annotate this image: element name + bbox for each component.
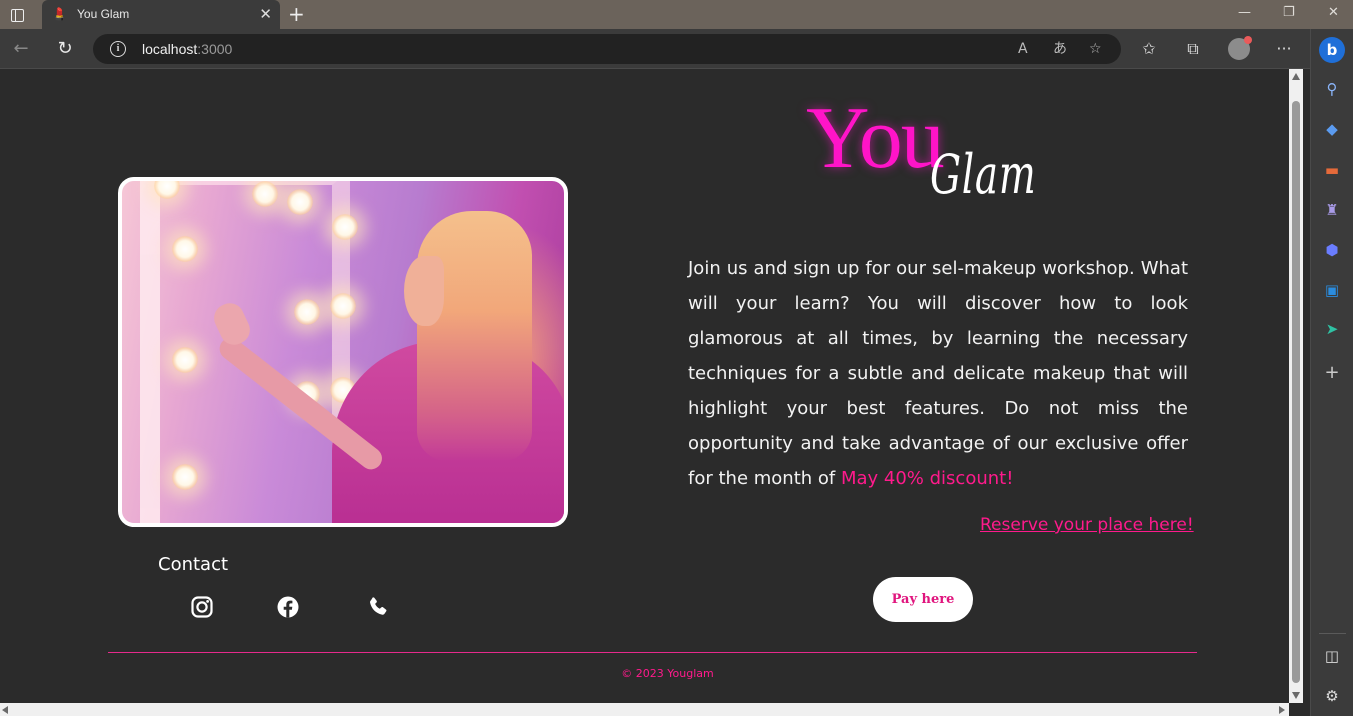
browser-tab-bar: 💄 You Glam ✕ + — ❐ ✕ xyxy=(0,0,1353,29)
contact-heading: Contact xyxy=(158,554,229,575)
page-viewport: You Glam Join us and sign up for our sel… xyxy=(0,69,1289,703)
browser-toolbar: ← ↻ i localhost:3000 A あ ☆ ✩ ⧉ ··· xyxy=(0,29,1353,69)
photo-figure-hair xyxy=(417,211,532,461)
browser-tab[interactable]: 💄 You Glam ✕ xyxy=(42,0,280,29)
translate-icon[interactable]: あ xyxy=(1053,40,1067,58)
workshop-description: Join us and sign up for our sel-makeup w… xyxy=(688,251,1188,496)
more-menu-icon[interactable]: ··· xyxy=(1272,38,1296,60)
reserve-place-link[interactable]: Reserve your place here! xyxy=(980,514,1194,536)
brand-logo-you: You xyxy=(806,90,945,187)
add-favorite-icon[interactable]: ☆ xyxy=(1089,40,1102,58)
site-info-icon[interactable]: i xyxy=(110,41,126,57)
back-arrow-icon[interactable]: ← xyxy=(10,38,32,60)
mirror-bulb xyxy=(287,189,313,215)
mirror-bulb xyxy=(294,299,320,325)
new-tab-button[interactable]: + xyxy=(288,4,305,24)
footer-copyright: © 2023 Youglam xyxy=(621,667,714,680)
outlook-icon[interactable]: ▣ xyxy=(1322,280,1342,300)
settings-gear-icon[interactable]: ⚙ xyxy=(1322,686,1342,706)
refresh-icon[interactable]: ↻ xyxy=(54,38,76,60)
description-text: Join us and sign up for our sel-makeup w… xyxy=(688,258,1188,489)
tools-briefcase-icon[interactable]: ▬ xyxy=(1322,160,1342,180)
phone-icon[interactable] xyxy=(366,595,390,619)
games-icon[interactable]: ♜ xyxy=(1322,200,1342,220)
close-tab-icon[interactable]: ✕ xyxy=(259,6,272,22)
mirror-bulb xyxy=(172,236,198,262)
facebook-icon[interactable] xyxy=(276,595,300,619)
brand-logo-glam: Glam xyxy=(930,143,1037,206)
pay-here-button[interactable]: Pay here xyxy=(873,577,973,622)
minimize-window-button[interactable]: — xyxy=(1238,6,1251,20)
collections-icon[interactable]: ⧉ xyxy=(1181,38,1205,60)
hero-makeup-photo xyxy=(118,177,568,527)
url-text[interactable]: localhost:3000 xyxy=(142,41,232,57)
mirror-bulb xyxy=(172,347,198,373)
vertical-scrollbar[interactable] xyxy=(1289,69,1303,703)
site-favicon-icon: 💄 xyxy=(52,7,67,21)
footer-divider xyxy=(108,652,1197,653)
scroll-right-arrow-icon[interactable] xyxy=(1279,706,1285,714)
scroll-left-arrow-icon[interactable] xyxy=(2,706,8,714)
instagram-icon[interactable] xyxy=(190,595,214,619)
edge-sidebar: b ⚲ ◆ ▬ ♜ ⬢ ▣ ➤ + ◫ ⚙ xyxy=(1310,29,1353,716)
address-bar[interactable]: i localhost:3000 A あ ☆ xyxy=(93,34,1121,64)
discount-highlight: May 40% discount! xyxy=(840,468,1014,489)
photo-figure-face xyxy=(404,256,444,326)
profile-avatar[interactable] xyxy=(1228,36,1252,60)
shopping-tag-icon[interactable]: ◆ xyxy=(1322,119,1342,139)
horizontal-scrollbar[interactable] xyxy=(0,703,1289,716)
scroll-down-arrow-icon[interactable] xyxy=(1292,692,1300,699)
brand-logo: You Glam xyxy=(806,93,1106,223)
sidebar-panel-icon[interactable]: ◫ xyxy=(1322,646,1342,666)
search-icon[interactable]: ⚲ xyxy=(1322,79,1342,99)
vertical-scroll-thumb[interactable] xyxy=(1292,101,1300,683)
mirror-bulb xyxy=(330,293,356,319)
mirror-bulb xyxy=(332,214,358,240)
favorites-icon[interactable]: ✩ xyxy=(1137,38,1161,60)
drop-send-icon[interactable]: ➤ xyxy=(1322,319,1342,339)
bing-copilot-icon[interactable]: b xyxy=(1319,37,1345,63)
restore-window-button[interactable]: ❐ xyxy=(1283,6,1295,20)
microsoft-365-icon[interactable]: ⬢ xyxy=(1322,240,1342,260)
close-window-button[interactable]: ✕ xyxy=(1328,6,1339,20)
scroll-up-arrow-icon[interactable] xyxy=(1292,73,1300,80)
read-aloud-icon[interactable]: A xyxy=(1018,40,1028,58)
sidebar-divider xyxy=(1319,633,1346,634)
tab-title: You Glam xyxy=(77,7,130,21)
mirror-bulb xyxy=(172,464,198,490)
mirror-bulb xyxy=(252,181,278,207)
tab-actions-icon[interactable] xyxy=(6,5,28,25)
add-sidebar-app-icon[interactable]: + xyxy=(1322,363,1342,383)
